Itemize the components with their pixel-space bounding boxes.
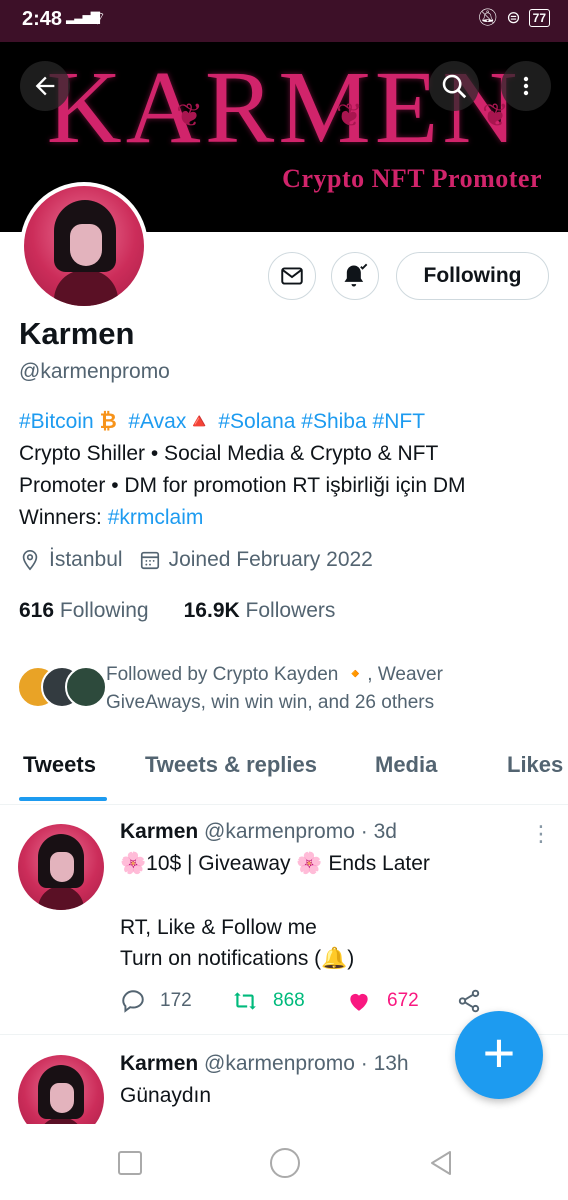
mute-icon: 🔕︎: [476, 8, 499, 27]
home-button[interactable]: [270, 1148, 300, 1178]
status-time: 2:48: [22, 8, 63, 30]
banner-ornament-icon: ❦: [336, 97, 363, 133]
tweet-text: Turn on notifications (🔔): [120, 947, 355, 970]
profile-bio: #Bitcoin ₿ #Avax🔺 #Solana #Shiba #NFT Cr…: [19, 406, 559, 534]
plus-icon: +: [482, 1021, 516, 1084]
location-pin-icon: [22, 550, 38, 571]
banner-ornament-icon: ❦: [482, 97, 509, 133]
tweet-text: 🌸10$ | Giveaway 🌸 Ends Later: [120, 852, 430, 875]
share-button[interactable]: [456, 988, 482, 1014]
hashtag-link[interactable]: #Avax: [128, 410, 186, 433]
heart-icon: [350, 993, 368, 1011]
more-vertical-icon[interactable]: ⋮: [530, 821, 552, 847]
status-icons: 🔕︎ ⊜ 77: [477, 8, 550, 28]
tweet-handle-time: @karmenpromo · 13h: [204, 1052, 409, 1075]
reply-icon: [122, 990, 144, 1013]
search-icon: [442, 74, 467, 99]
followed-by-text[interactable]: Followed by Crypto Kayden 🔸, Weaver Give…: [106, 661, 546, 717]
bitcoin-icon: ₿: [99, 410, 117, 433]
compose-tweet-button[interactable]: +: [455, 1011, 543, 1099]
followed-by-avatars[interactable]: [17, 666, 107, 708]
profile-avatar[interactable]: [20, 182, 148, 310]
active-tab-indicator: [19, 797, 107, 801]
profile-joined: Joined February 2022: [168, 548, 373, 571]
tweet-author[interactable]: Karmen: [120, 820, 198, 843]
more-options-button[interactable]: [501, 61, 551, 111]
back-button[interactable]: [20, 61, 70, 111]
tab-tweets-replies[interactable]: Tweets & replies: [145, 752, 317, 778]
message-button[interactable]: [268, 252, 316, 300]
banner-ornament-icon: ❦: [176, 97, 203, 133]
share-icon: [458, 989, 480, 1013]
tweet-text: Günaydın: [120, 1084, 212, 1107]
profile-handle: @karmenpromo: [19, 360, 170, 383]
tab-media[interactable]: Media: [375, 752, 437, 778]
recents-button[interactable]: [118, 1151, 142, 1175]
retweet-button[interactable]: 868: [231, 988, 305, 1014]
system-nav-bar: [0, 1124, 568, 1200]
hashtag-link[interactable]: #Bitcoin: [19, 410, 94, 433]
followers-count-link[interactable]: 16.9K Followers: [184, 599, 336, 622]
tab-tweets[interactable]: Tweets: [23, 752, 96, 778]
profile-meta: İstanbul Joined February 2022: [19, 548, 373, 572]
profile-location: İstanbul: [49, 548, 123, 571]
tweet-avatar[interactable]: [18, 824, 104, 910]
wifi-icon: ⌔: [88, 8, 107, 30]
profile-tabs: Tweets Tweets & replies Media Likes: [0, 742, 568, 805]
following-button[interactable]: Following: [396, 252, 549, 300]
calendar-icon: [140, 551, 159, 570]
search-button[interactable]: [429, 61, 479, 111]
tweet-handle-time: @karmenpromo · 3d: [204, 820, 397, 843]
bell-check-icon: [344, 263, 368, 287]
reply-button[interactable]: 172: [120, 988, 192, 1014]
lock-icon: ⊜: [506, 8, 521, 27]
bio-winners-label: Winners:: [19, 506, 108, 529]
following-count-link[interactable]: 616 Following: [19, 599, 149, 622]
follow-counts: 616 Following 16.9K Followers: [19, 599, 335, 623]
tweet-header: Karmen @karmenpromo · 13h: [120, 1052, 409, 1076]
battery-icon: 77: [528, 9, 550, 27]
banner-subtitle: Crypto NFT Promoter: [282, 164, 542, 193]
profile-name: Karmen: [19, 316, 135, 351]
status-bar: 2:48 ▂▃▅▇ ⌔ 🔕︎ ⊜ 77: [0, 0, 568, 42]
back-triangle-icon[interactable]: [428, 1149, 454, 1177]
tweet-author[interactable]: Karmen: [120, 1052, 198, 1075]
notifications-button[interactable]: [331, 252, 379, 300]
red-triangle-icon: 🔺: [186, 410, 213, 433]
hashtag-link[interactable]: #krmclaim: [108, 506, 204, 529]
like-button[interactable]: 672: [345, 988, 419, 1014]
bio-line: Crypto Shiller • Social Media & Crypto &…: [19, 442, 439, 465]
hashtag-link[interactable]: #Solana: [218, 410, 295, 433]
tweet-actions: 172 868 672: [120, 988, 500, 1022]
avatar-image: [24, 186, 144, 306]
arrow-left-icon: [35, 76, 55, 96]
more-vertical-icon: [523, 76, 529, 96]
retweet-icon: [234, 992, 256, 1010]
tab-likes[interactable]: Likes: [507, 752, 563, 778]
tweet-text: RT, Like & Follow me: [120, 916, 317, 939]
follower-avatar: [65, 666, 107, 708]
tweet-header: Karmen @karmenpromo · 3d: [120, 820, 397, 844]
hashtag-link[interactable]: #Shiba: [301, 410, 366, 433]
envelope-icon: [281, 267, 303, 285]
hashtag-link[interactable]: #NFT: [373, 410, 426, 433]
bio-line: Promoter • DM for promotion RT işbirliği…: [19, 474, 466, 497]
